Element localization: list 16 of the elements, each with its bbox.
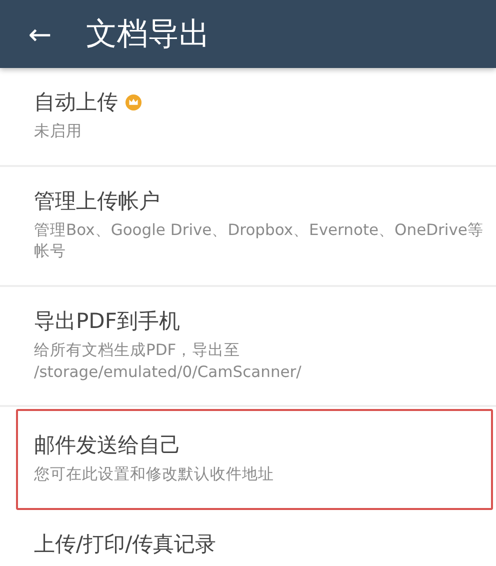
item-title: 导出PDF到手机 [34,308,180,336]
item-title: 自动上传 [34,89,118,116]
settings-item[interactable]: 管理上传帐户 管理Box、Google Drive、Dropbox、Evernote、OneDrive等帐号 [0,166,496,288]
item-description: 给所有文档生成PDF，导出至 /storage/emulated/0/CamScanner/ [34,340,302,383]
back-button[interactable]: ← [24,18,56,50]
settings-item[interactable]: 邮件发送给自己 您可在此设置和修改默认收件地址 [16,409,493,510]
item-title: 邮件发送给自己 [34,432,181,460]
item-description: 未启用 [34,121,83,142]
settings-item[interactable]: 上传/打印/传真记录 [0,510,496,566]
settings-item[interactable]: 导出PDF到手机 给所有文档生成PDF，导出至 /storage/emulated/0/CamScanner/ [0,287,496,408]
item-title: 上传/打印/传真记录 [34,531,216,558]
page-title: 文档导出 [86,15,210,54]
item-description: 您可在此设置和修改默认收件地址 [34,464,275,486]
item-title: 管理上传帐户 [34,188,160,215]
item-description: 管理Box、Google Drive、Dropbox、Evernote、OneDrive等帐号 [34,220,484,262]
settings-item[interactable]: 自动上传 未启用 [0,68,496,167]
